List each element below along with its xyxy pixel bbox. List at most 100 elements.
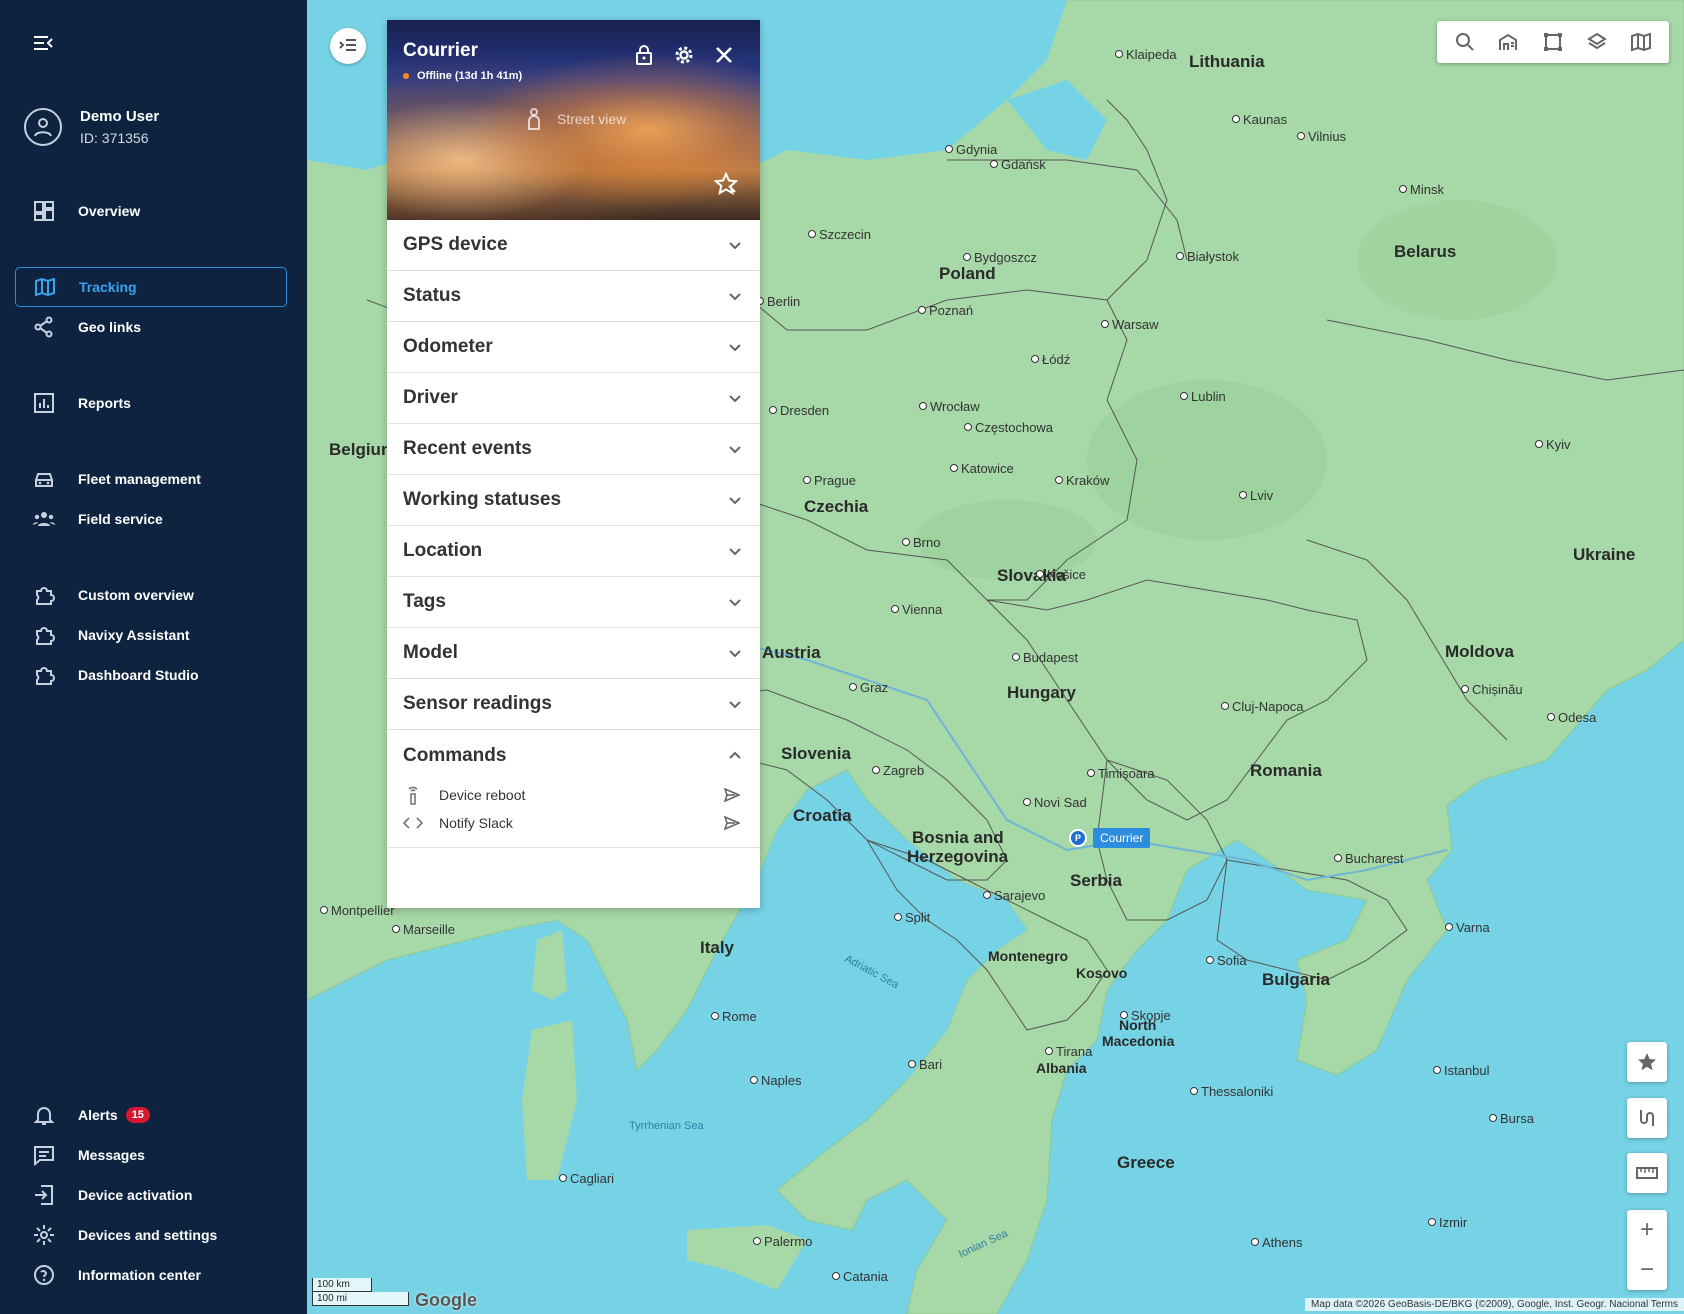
section-title: Tags <box>403 591 446 612</box>
nav-fleet-management[interactable]: Fleet management <box>15 459 287 499</box>
nav-device-activation[interactable]: Device activation <box>15 1175 287 1215</box>
city-label: Split <box>894 910 930 925</box>
city-label: Vienna <box>891 602 942 617</box>
object-status-text: Offline (13d 1h 41m) <box>417 70 523 82</box>
star-icon[interactable] <box>1627 1042 1667 1082</box>
nav-alerts[interactable]: Alerts 15 <box>15 1095 287 1135</box>
nav-dashboard-studio[interactable]: Dashboard Studio <box>15 655 287 695</box>
close-icon[interactable] <box>711 42 737 68</box>
city-label: Marseille <box>392 922 455 937</box>
country-label: Lithuania <box>1189 52 1265 71</box>
city-label: Thessaloniki <box>1190 1084 1273 1099</box>
offline-status-icon <box>403 73 409 79</box>
city-label: Lublin <box>1180 389 1226 404</box>
country-label: Kosovo <box>1076 965 1128 981</box>
country-label: Montenegro <box>988 948 1069 964</box>
nav-custom-overview[interactable]: Custom overview <box>15 575 287 615</box>
section-title: Odometer <box>403 336 493 357</box>
nav-messages[interactable]: Messages <box>15 1135 287 1175</box>
puzzle-icon <box>32 663 56 687</box>
objects-list-toggle-button[interactable] <box>330 28 366 64</box>
zoom-out-icon[interactable]: − <box>1627 1250 1667 1290</box>
city-label: Istanbul <box>1433 1063 1490 1078</box>
country-label: Bulgaria <box>1262 970 1331 989</box>
command-item: Device reboot <box>387 781 760 809</box>
nav-information-center[interactable]: Information center <box>15 1255 287 1295</box>
geofence-icon[interactable] <box>1538 27 1568 57</box>
nav-overview[interactable]: Overview <box>15 191 287 231</box>
section-driver[interactable]: Driver <box>387 373 760 424</box>
object-status: Offline (13d 1h 41m) <box>403 70 522 82</box>
zoom-controls: + − <box>1627 1210 1667 1290</box>
city-label: Minsk <box>1399 182 1444 197</box>
country-label: Italy <box>700 938 735 957</box>
city-label: Kyiv <box>1535 437 1571 452</box>
ruler-icon[interactable] <box>1627 1153 1667 1193</box>
nav-devices-settings[interactable]: Devices and settings <box>15 1215 287 1255</box>
country-label: Bosnia and <box>912 828 1004 847</box>
city-label: Szczecin <box>808 227 871 242</box>
chevron-up-icon <box>729 751 741 759</box>
map-type-icon[interactable] <box>1626 27 1656 57</box>
send-command-icon[interactable] <box>722 785 742 805</box>
section-model[interactable]: Model <box>387 628 760 679</box>
country-label: Macedonia <box>1102 1033 1175 1049</box>
city-label: Budapest <box>1012 650 1078 665</box>
city-label: Tirana <box>1045 1044 1092 1059</box>
lock-icon[interactable] <box>631 42 657 68</box>
parking-icon: P <box>1069 829 1087 847</box>
sea-label: Tyrrhenian Sea <box>629 1120 704 1132</box>
country-label: Czechia <box>804 497 869 516</box>
nav-tracking[interactable]: Tracking <box>15 267 287 307</box>
section-gps-device[interactable]: GPS device <box>387 220 760 271</box>
section-status[interactable]: Status <box>387 271 760 322</box>
layers-icon[interactable] <box>1582 27 1612 57</box>
favorite-star-icon[interactable] <box>713 171 740 198</box>
city-label: Klaipeda <box>1115 47 1177 62</box>
section-title: GPS device <box>403 234 508 255</box>
map-toolbar <box>1437 21 1669 63</box>
city-label: Poznań <box>918 303 973 318</box>
user-profile[interactable]: Demo User ID: 371356 <box>24 106 159 148</box>
nav-field-service[interactable]: Field service <box>15 499 287 539</box>
section-working-statuses[interactable]: Working statuses <box>387 475 760 526</box>
vehicle-marker[interactable]: P Courrier <box>1069 828 1151 848</box>
section-title: Driver <box>403 387 458 408</box>
section-title: Status <box>403 285 462 306</box>
nav-dashboard-studio-label: Dashboard Studio <box>78 667 199 683</box>
nav-geo-links[interactable]: Geo links <box>15 307 287 347</box>
section-odometer[interactable]: Odometer <box>387 322 760 373</box>
street-view-button[interactable]: Street view <box>525 108 626 130</box>
country-label: Belgium <box>329 440 397 459</box>
city-label: Cagliari <box>559 1171 614 1186</box>
nav-messages-label: Messages <box>78 1147 145 1163</box>
city-label: Vilnius <box>1297 129 1346 144</box>
nav-reports[interactable]: Reports <box>15 383 287 423</box>
places-icon[interactable] <box>1494 27 1524 57</box>
section-location[interactable]: Location <box>387 526 760 577</box>
section-recent-events[interactable]: Recent events <box>387 424 760 475</box>
chevron-down-icon <box>729 700 741 708</box>
route-icon[interactable] <box>1627 1098 1667 1138</box>
section-tags[interactable]: Tags <box>387 577 760 628</box>
zoom-in-icon[interactable]: + <box>1627 1210 1667 1250</box>
country-label: Poland <box>939 264 996 283</box>
section-title: Model <box>403 642 458 663</box>
city-label: Catania <box>832 1269 888 1284</box>
country-label: Romania <box>1250 761 1322 780</box>
commands-list: Device reboot Notify Slack <box>387 781 760 847</box>
search-icon[interactable] <box>1450 27 1480 57</box>
city-label: Palermo <box>753 1234 812 1249</box>
gear-icon[interactable] <box>671 42 697 68</box>
collapse-menu-icon[interactable] <box>30 30 56 56</box>
section-sensor-readings[interactable]: Sensor readings <box>387 679 760 730</box>
map-attribution[interactable]: Map data ©2026 GeoBasis-DE/BKG (©2009), … <box>1305 1298 1684 1311</box>
city-label: Varna <box>1445 920 1490 935</box>
commands-header[interactable]: Commands <box>387 730 760 781</box>
command-item: Notify Slack <box>387 809 760 837</box>
send-command-icon[interactable] <box>722 813 742 833</box>
people-icon <box>32 507 56 531</box>
city-label: Warsaw <box>1101 317 1158 332</box>
bell-icon <box>32 1103 56 1127</box>
nav-navixy-assistant[interactable]: Navixy Assistant <box>15 615 287 655</box>
